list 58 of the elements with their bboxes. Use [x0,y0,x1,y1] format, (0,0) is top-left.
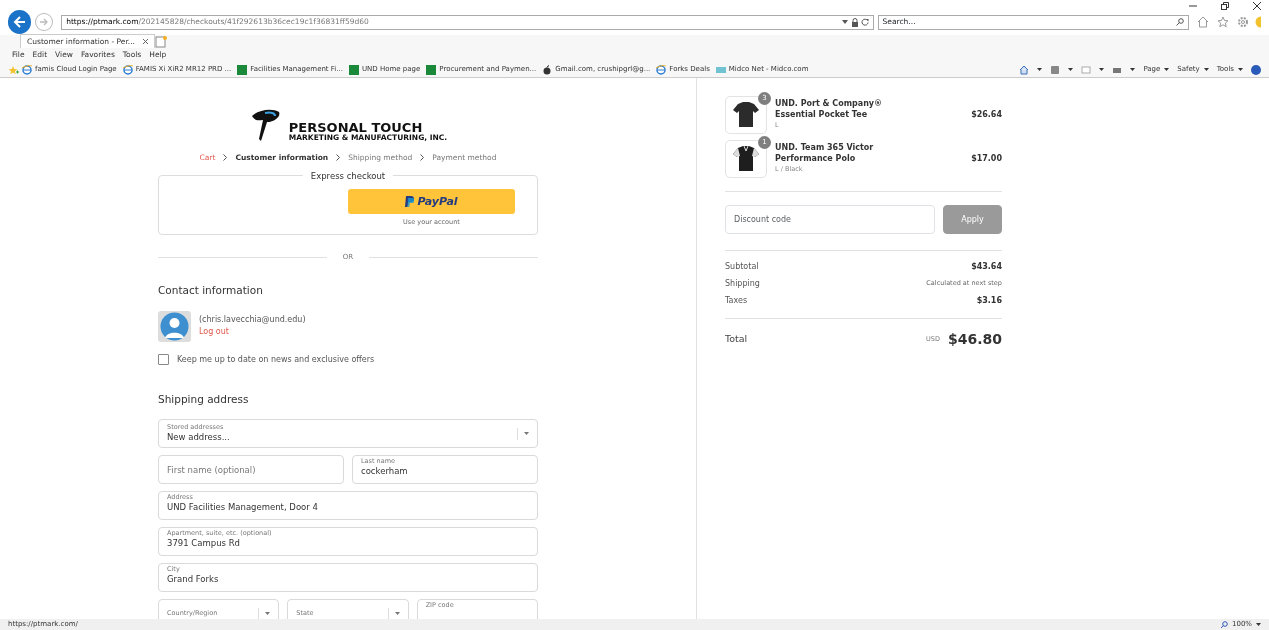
close-icon[interactable] [143,38,148,44]
caret-icon [1238,68,1243,71]
back-arrow-icon [12,15,27,29]
total-amount: $46.80 [947,330,1002,349]
paypal-button[interactable]: PayPal [348,189,515,215]
caret-icon [1256,623,1261,626]
close-icon[interactable] [1253,2,1261,10]
section-heading: Shipping address [158,391,250,407]
summary-value: $3.16 [976,295,1002,307]
caret-icon[interactable] [1037,68,1043,71]
total-label: Total [725,332,748,347]
logo-name: PERSONAL TOUCH [288,120,423,134]
square-site-icon [349,64,359,75]
home-icon[interactable] [1197,16,1209,28]
caret-icon [1203,68,1209,71]
home-icon[interactable] [1019,64,1030,75]
square-site-icon [237,64,248,75]
star-icon[interactable] [1217,16,1229,28]
refresh-icon[interactable] [860,18,869,26]
checkbox-label: Keep me up to date on news and exclusive offers [177,353,375,366]
summary-value: $43.64 [971,261,1002,273]
caret-icon [1164,68,1170,71]
dropdown-caret-icon[interactable] [841,20,848,24]
logout-link[interactable]: Log out [199,326,306,338]
apple-icon [542,64,553,75]
section-heading: Contact information [158,282,264,298]
search-icon[interactable] [1176,18,1184,26]
gear-icon[interactable] [1237,16,1249,28]
lock-icon [850,17,859,27]
dropdown-caret-icon [394,612,400,616]
dropdown-caret-icon [524,432,529,436]
summary-label: Subtotal [725,261,759,273]
chevron-icon [223,154,228,162]
summary-label: Shipping [725,278,760,290]
zoom-magnifier-icon [1221,621,1228,628]
product-name: UND. Team 365 Victor Performance Polo [775,143,875,165]
square-site-icon [426,64,437,75]
favorites-star-icon[interactable] [8,64,19,75]
dropdown-caret-icon [265,612,271,616]
summary-label: Taxes [725,295,748,307]
product-price: $26.64 [971,109,1002,121]
caret-icon[interactable] [1130,68,1136,71]
minimize-icon[interactable] [1189,2,1197,10]
panel-title: Express checkout [302,170,394,183]
product-name: UND. Port & Company® Essential Pocket Tee [775,99,884,121]
paypal-p-icon [405,196,415,208]
account-email: (chris.lavecchia@und.edu) [199,314,306,326]
chevron-icon [420,154,425,162]
newsletter-checkbox[interactable] [158,354,169,365]
input-field[interactable]: First name (optional) [158,455,344,485]
caret-icon[interactable] [1099,68,1105,71]
caret-icon[interactable] [1068,68,1074,71]
chevron-icon [336,154,341,162]
forward-arrow-icon [39,17,50,27]
avatar-icon [158,310,191,342]
product-price: $17.00 [971,153,1002,165]
back-button[interactable] [8,10,32,34]
restore-icon[interactable] [1221,2,1229,10]
